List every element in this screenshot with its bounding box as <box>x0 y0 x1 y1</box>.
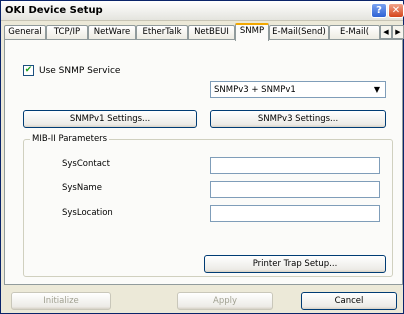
sysname-label: SysName <box>62 183 102 193</box>
close-button[interactable]: ✕ <box>388 3 404 18</box>
close-icon: ✕ <box>391 5 401 16</box>
use-snmp-service-label: Use SNMP Service <box>39 65 121 76</box>
sysname-input[interactable] <box>210 181 380 198</box>
printer-trap-setup-button[interactable]: Printer Trap Setup... <box>204 255 386 273</box>
tab-snmp[interactable]: SNMP <box>235 23 269 41</box>
help-icon: ? <box>376 5 382 16</box>
tab-netbeui[interactable]: NetBEUI <box>188 25 235 40</box>
syscontact-input[interactable] <box>210 157 380 174</box>
syslocation-label: SysLocation <box>62 208 113 218</box>
title-bar: OKI Device Setup ? ✕ <box>1 1 404 21</box>
use-snmp-service-row[interactable]: ✔ Use SNMP Service <box>23 65 120 76</box>
tab-scroll-controls: ◀ ▶ <box>380 25 404 39</box>
tab-email-receive[interactable]: E-Mail( <box>329 25 380 40</box>
help-button[interactable]: ? <box>371 3 387 18</box>
apply-button[interactable]: Apply <box>177 292 273 310</box>
snmp-version-select[interactable]: SNMPv3 + SNMPv1 ▼ <box>210 81 386 98</box>
snmpv1-settings-button[interactable]: SNMPv1 Settings... <box>23 110 197 128</box>
dialog-window: OKI Device Setup ? ✕ General TCP/IP NetW… <box>0 0 404 314</box>
mib-parameters-label: MIB-II Parameters <box>30 134 110 144</box>
snmpv3-settings-button[interactable]: SNMPv3 Settings... <box>210 110 386 128</box>
tab-scroll-left-icon[interactable]: ◀ <box>380 25 392 39</box>
initialize-button[interactable]: Initialize <box>11 292 111 310</box>
tab-email-send[interactable]: E-Mail(Send) <box>269 25 329 40</box>
window-title: OKI Device Setup <box>5 5 103 16</box>
tab-strip: General TCP/IP NetWare EtherTalk NetBEUI… <box>4 23 404 41</box>
syslocation-input[interactable] <box>210 205 380 222</box>
use-snmp-service-checkbox[interactable]: ✔ <box>23 65 34 76</box>
chevron-down-icon[interactable]: ▼ <box>370 83 384 96</box>
snmp-version-value: SNMPv3 + SNMPv1 <box>214 85 296 95</box>
tab-tcpip[interactable]: TCP/IP <box>46 25 88 40</box>
tab-netware[interactable]: NetWare <box>88 25 136 40</box>
tab-general[interactable]: General <box>4 25 46 40</box>
tab-ethertalk[interactable]: EtherTalk <box>136 25 188 40</box>
tab-scroll-right-icon[interactable]: ▶ <box>392 25 404 39</box>
cancel-button[interactable]: Cancel <box>301 292 397 310</box>
syscontact-label: SysContact <box>62 159 110 169</box>
